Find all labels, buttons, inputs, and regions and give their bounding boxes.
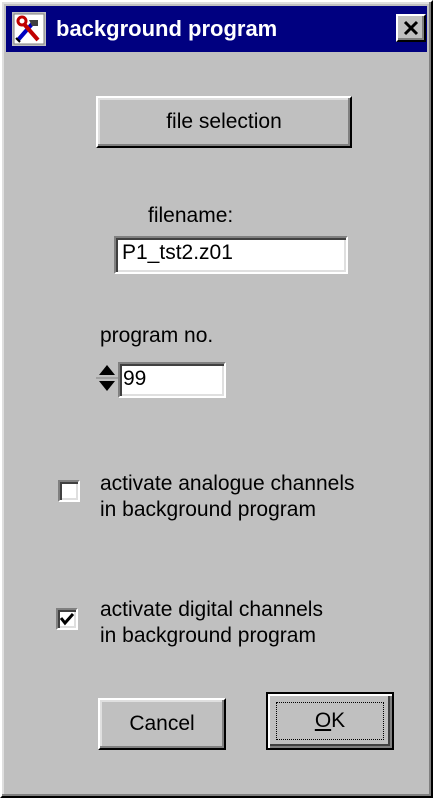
close-button[interactable] (396, 14, 426, 42)
title-bar[interactable]: background program (6, 6, 427, 52)
cancel-button[interactable]: Cancel (98, 698, 226, 750)
digital-channels-label-line1: activate digital channels (100, 598, 323, 621)
file-selection-button[interactable]: file selection (96, 96, 352, 148)
filename-label: filename: (148, 204, 234, 227)
program-no-field[interactable]: 99 (118, 362, 226, 398)
close-icon (403, 20, 419, 36)
ok-label-rest: K (331, 709, 346, 732)
hammer-wrench-icon (12, 12, 46, 46)
checkmark-icon (60, 613, 74, 626)
spin-up-down-icon[interactable] (96, 360, 118, 396)
analogue-channels-label-line1: activate analogue channels (100, 472, 355, 495)
cancel-label: Cancel (129, 712, 195, 735)
file-selection-label: file selection (166, 110, 282, 133)
focus-rectangle: OK (276, 702, 384, 740)
analogue-channels-checkbox[interactable] (58, 480, 80, 502)
ok-label: OK (315, 709, 345, 733)
program-no-label: program no. (100, 324, 214, 347)
ok-button[interactable]: OK (266, 692, 394, 750)
digital-channels-label-line2: in background program (100, 624, 316, 647)
digital-channels-checkbox[interactable] (56, 608, 78, 630)
analogue-channels-label-line2: in background program (100, 498, 316, 521)
filename-field[interactable]: P1_tst2.z01 (114, 236, 348, 274)
window-title: background program (56, 16, 278, 41)
ok-mnemonic: O (314, 709, 332, 732)
background-program-window: background program file selection filena… (0, 0, 433, 798)
